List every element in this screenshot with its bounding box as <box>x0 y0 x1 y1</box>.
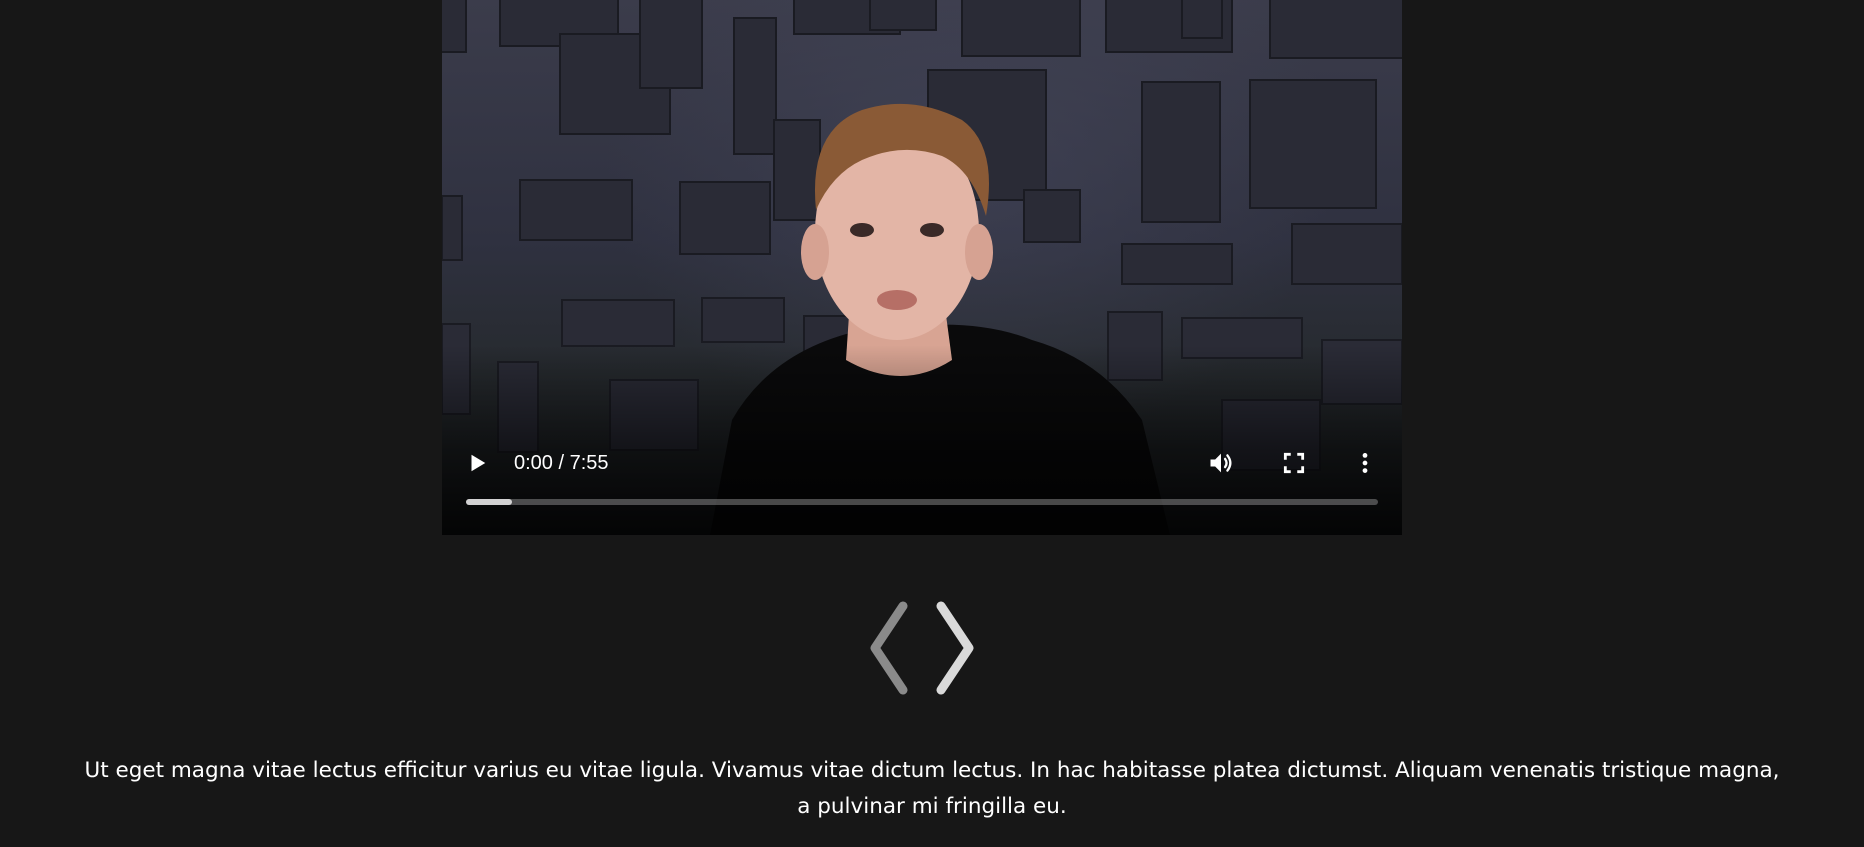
next-button[interactable] <box>932 600 978 696</box>
controls-overlay <box>442 345 1402 535</box>
volume-button[interactable] <box>1206 448 1236 478</box>
video-player[interactable]: 0:00 / 7:55 <box>442 0 1402 535</box>
progress-bar[interactable] <box>466 499 1378 505</box>
more-options-button[interactable] <box>1350 448 1380 478</box>
fullscreen-icon <box>1283 452 1305 474</box>
volume-icon <box>1210 453 1232 473</box>
previous-button[interactable] <box>866 600 912 696</box>
page: 0:00 / 7:55 Ut eget magna vitae lectus e… <box>0 0 1864 847</box>
chevron-left-icon <box>870 601 908 695</box>
play-icon <box>471 454 486 472</box>
progress-buffered <box>466 499 512 505</box>
play-button[interactable] <box>462 448 492 478</box>
fullscreen-button[interactable] <box>1279 448 1309 478</box>
chevron-right-icon <box>936 601 974 695</box>
time-display: 0:00 / 7:55 <box>514 452 609 474</box>
slide-caption: Ut eget magna vitae lectus efficitur var… <box>84 758 1780 819</box>
more-vertical-icon <box>1362 453 1368 473</box>
